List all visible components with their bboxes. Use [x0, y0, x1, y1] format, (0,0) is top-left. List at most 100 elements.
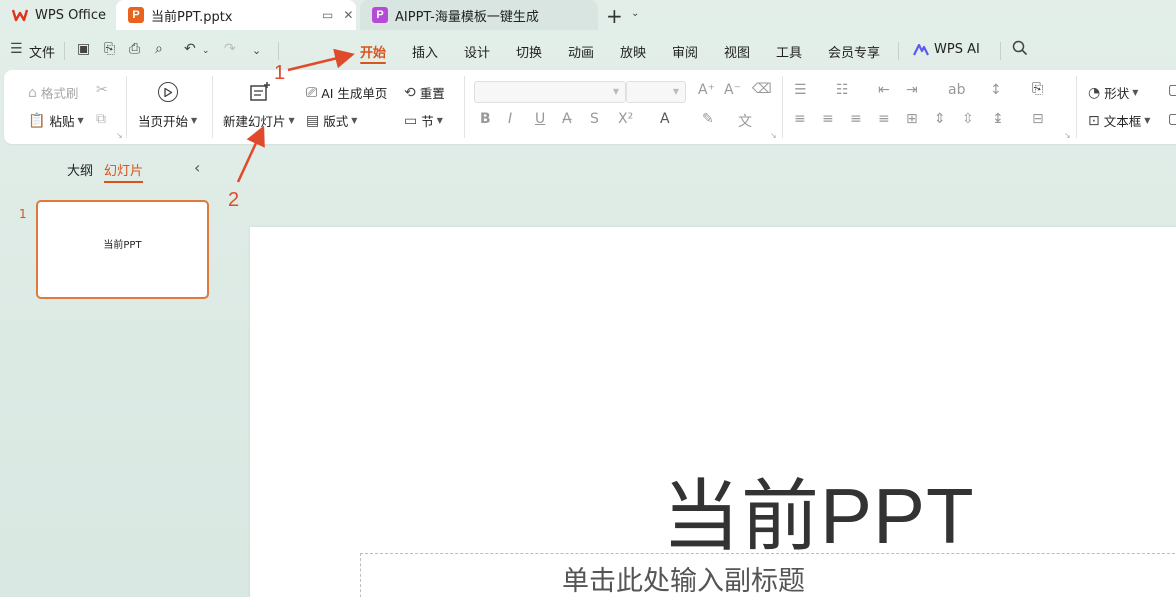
subtitle-placeholder[interactable]: 单击此处输入副标题	[562, 559, 805, 597]
tab-current-document[interactable]: P 当前PPT.pptx ▭ ✕	[116, 0, 356, 30]
tab-outline[interactable]: 大纲	[67, 160, 93, 179]
menu-wps-ai[interactable]: WPS AI	[913, 42, 980, 57]
close-icon[interactable]: ✕	[343, 8, 353, 22]
new-slide-button[interactable]: 新建幻灯片 ▼	[223, 111, 295, 130]
clear-format-icon[interactable]: ⌫	[752, 81, 772, 97]
menu-tools[interactable]: 工具	[776, 42, 802, 61]
dialog-launcher-icon[interactable]: ↘	[1064, 131, 1071, 140]
slide-thumbnail-title: 当前PPT	[103, 240, 142, 251]
play-from-current-button[interactable]: 当页开始 ▼	[138, 111, 197, 130]
shape-button[interactable]: ◔ 形状 ▼	[1088, 83, 1138, 102]
bullet-list-icon[interactable]: ☰	[794, 82, 807, 98]
align-right-icon[interactable]: ≡	[850, 111, 862, 127]
menu-bar: ☰ 文件 ▣ ⎘ ⎙ ⌕ ↶ ⌄ ↷ ⌄ 开始 插入 设计 切换 动画 放映 审…	[0, 36, 1176, 66]
new-slide-label: 新建幻灯片	[223, 114, 286, 129]
chevron-down-icon: ▼	[1144, 116, 1151, 125]
menu-file[interactable]: 文件	[29, 42, 55, 61]
redo-icon[interactable]: ↷	[224, 41, 236, 57]
slide-canvas[interactable]: 当前PPT 单击此处输入副标题	[250, 227, 1176, 597]
text-direction-icon[interactable]: ab	[948, 82, 965, 98]
slide-thumbnail[interactable]: 当前PPT	[36, 200, 209, 299]
new-slide-icon[interactable]	[248, 80, 272, 104]
shadow-text-icon[interactable]: S	[590, 111, 599, 127]
chevron-down-icon: ▼	[191, 116, 198, 125]
dialog-launcher-icon[interactable]: ↘	[116, 131, 123, 140]
monitor-icon[interactable]: ▭	[322, 8, 333, 22]
underline-icon[interactable]: U	[535, 111, 545, 127]
paragraph-spacing-icon[interactable]: ↨	[992, 111, 1004, 127]
convert-smartart-icon[interactable]: ⎘	[1032, 81, 1043, 97]
chevron-down-icon[interactable]: ⌄	[202, 46, 210, 56]
copy-icon[interactable]: ⧉	[96, 111, 106, 127]
font-size-select[interactable]: ▼	[626, 81, 686, 103]
decrease-font-icon[interactable]: A⁻	[724, 82, 741, 98]
italic-icon[interactable]: I	[508, 111, 512, 127]
layout-button[interactable]: ▤ 版式 ▼	[306, 111, 357, 130]
menu-transition[interactable]: 切换	[516, 42, 542, 61]
menu-insert[interactable]: 插入	[412, 42, 438, 61]
justify-icon[interactable]: ≡	[878, 111, 890, 127]
font-color-icon[interactable]: A	[660, 111, 670, 127]
menu-view[interactable]: 视图	[724, 42, 750, 61]
line-spacing-icon[interactable]: ↕	[990, 82, 1002, 98]
new-tab-button[interactable]: +	[606, 4, 623, 28]
export-icon[interactable]: ⎘	[104, 41, 115, 57]
menu-member[interactable]: 会员专享	[828, 42, 880, 61]
distribute-icon[interactable]: ⊞	[906, 111, 918, 127]
tab-aippt[interactable]: P AIPPT-海量模板一键生成	[360, 0, 598, 30]
print-preview-icon[interactable]: ⌕	[155, 41, 163, 57]
arrange-icon[interactable]: ▢	[1168, 111, 1176, 127]
format-painter-button[interactable]: ⌂ 格式刷	[28, 83, 78, 102]
menu-icon[interactable]: ☰	[10, 41, 23, 57]
paste-label: 粘贴	[49, 114, 75, 129]
strikethrough-icon[interactable]: A̶	[562, 111, 572, 127]
chevron-down-icon: ▼	[77, 116, 84, 125]
section-button[interactable]: ▭ 节 ▼	[404, 111, 443, 130]
search-icon[interactable]	[1012, 40, 1028, 60]
more-chevron-icon[interactable]: ⌄	[252, 44, 261, 57]
increase-indent-icon[interactable]: ⇥	[906, 82, 918, 98]
play-icon[interactable]	[158, 82, 178, 102]
reset-label: 重置	[419, 86, 445, 101]
dialog-launcher-icon[interactable]: ↘	[770, 131, 777, 140]
paste-button[interactable]: 📋 粘贴 ▼	[28, 111, 84, 130]
decrease-indent-icon[interactable]: ⇤	[878, 82, 890, 98]
columns-icon[interactable]: ⇳	[962, 111, 974, 127]
tab-slides[interactable]: 幻灯片	[104, 160, 144, 183]
chevron-down-icon: ▼	[1132, 88, 1139, 97]
chevron-down-icon[interactable]: ⌄	[631, 8, 639, 19]
menu-design[interactable]: 设计	[464, 42, 490, 61]
picture-icon[interactable]: ▢	[1168, 82, 1176, 98]
align-center-icon[interactable]: ≡	[822, 111, 834, 127]
text-frame-icon[interactable]: ⊟	[1032, 111, 1044, 127]
wps-logo-icon	[12, 7, 28, 23]
phonetic-icon[interactable]: 文	[738, 111, 752, 131]
format-painter-label: 格式刷	[40, 86, 79, 101]
save-icon[interactable]: ▣	[77, 41, 90, 57]
reset-icon: ⟲	[404, 84, 416, 101]
collapse-panel-icon[interactable]: ‹	[194, 158, 200, 177]
menu-review[interactable]: 审阅	[672, 42, 698, 61]
numbered-list-icon[interactable]: ☷	[836, 82, 849, 98]
cut-icon[interactable]: ✂	[96, 82, 108, 98]
font-family-select[interactable]: ▼	[474, 81, 626, 103]
menu-home[interactable]: 开始	[360, 42, 386, 61]
tab-wps-office[interactable]: WPS Office	[12, 0, 106, 30]
textbox-button[interactable]: ⊡ 文本框 ▼	[1088, 111, 1150, 130]
shape-label: 形状	[1104, 86, 1130, 101]
highlight-icon[interactable]: ✎	[702, 111, 714, 127]
print-icon[interactable]: ⎙	[129, 41, 140, 57]
undo-icon[interactable]: ↶	[184, 41, 196, 57]
section-icon: ▭	[404, 112, 418, 129]
align-left-icon[interactable]: ≡	[794, 111, 806, 127]
vertical-align-icon[interactable]: ⇕	[934, 111, 946, 127]
bold-icon[interactable]: B	[480, 111, 491, 127]
chevron-down-icon: ▼	[351, 116, 358, 125]
superscript-icon[interactable]: X²	[618, 111, 633, 127]
increase-font-icon[interactable]: A⁺	[698, 82, 715, 98]
reset-button[interactable]: ⟲ 重置	[404, 83, 445, 102]
menu-slideshow[interactable]: 放映	[620, 42, 646, 61]
ai-generate-slide-button[interactable]: ⎚ AI 生成单页	[306, 83, 387, 102]
menu-animation[interactable]: 动画	[568, 42, 594, 61]
slide-title[interactable]: 当前PPT	[662, 454, 975, 566]
